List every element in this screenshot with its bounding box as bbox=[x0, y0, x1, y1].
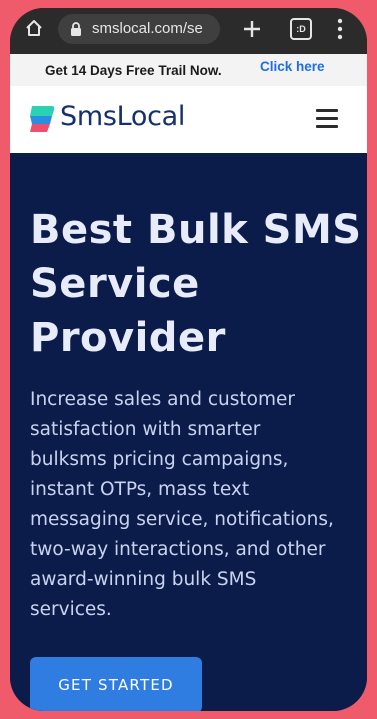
hero-description: Increase sales and customer satisfaction… bbox=[30, 385, 365, 625]
hero-title-line: Best Bulk SMS bbox=[30, 207, 362, 253]
tab-count: :D bbox=[296, 24, 306, 34]
hamburger-icon[interactable] bbox=[316, 109, 338, 129]
site-header: SmsLocal bbox=[10, 86, 367, 153]
hero-section: Best Bulk SMS Service Provider Increase … bbox=[10, 153, 367, 711]
hero-description-line: award-winning bulk SMS bbox=[30, 569, 257, 590]
hero-description-line: two-way interactions, and other bbox=[30, 539, 326, 560]
phone-frame: smslocal.com/se :D Get 14 Days Free Trai… bbox=[10, 8, 367, 711]
hero-description-line: services. bbox=[30, 599, 112, 620]
logo-mark-icon[interactable] bbox=[28, 104, 56, 134]
home-icon[interactable] bbox=[24, 18, 44, 38]
promo-click-here-link[interactable]: Click here bbox=[260, 59, 325, 74]
promo-text: Get 14 Days Free Trail Now. bbox=[45, 63, 222, 78]
menu-dots-icon[interactable] bbox=[334, 17, 346, 41]
hero-description-line: satisfaction with smarter bbox=[30, 419, 261, 440]
hero-description-line: messaging service, notifications, bbox=[30, 509, 334, 530]
get-started-label: GET STARTED bbox=[58, 676, 174, 694]
hero-title-line: Provider bbox=[30, 315, 226, 361]
plus-icon[interactable] bbox=[240, 17, 264, 41]
hero-description-line: Increase sales and customer bbox=[30, 389, 295, 410]
hero-description-line: bulksms pricing campaigns, bbox=[30, 449, 289, 470]
get-started-button[interactable]: GET STARTED bbox=[30, 657, 202, 711]
lock-icon bbox=[71, 22, 81, 36]
brand-logo-text[interactable]: SmsLocal bbox=[60, 101, 185, 132]
hero-description-line: instant OTPs, mass text bbox=[30, 479, 250, 500]
promo-banner: Get 14 Days Free Trail Now. Click here bbox=[10, 54, 367, 86]
url-text: smslocal.com/se bbox=[92, 20, 203, 37]
hero-title-line: Service bbox=[30, 261, 200, 307]
browser-toolbar: smslocal.com/se :D bbox=[10, 8, 367, 54]
hero-title: Best Bulk SMS Service Provider bbox=[30, 203, 365, 365]
tabs-icon[interactable]: :D bbox=[290, 18, 312, 40]
address-bar[interactable]: smslocal.com/se bbox=[58, 14, 220, 44]
